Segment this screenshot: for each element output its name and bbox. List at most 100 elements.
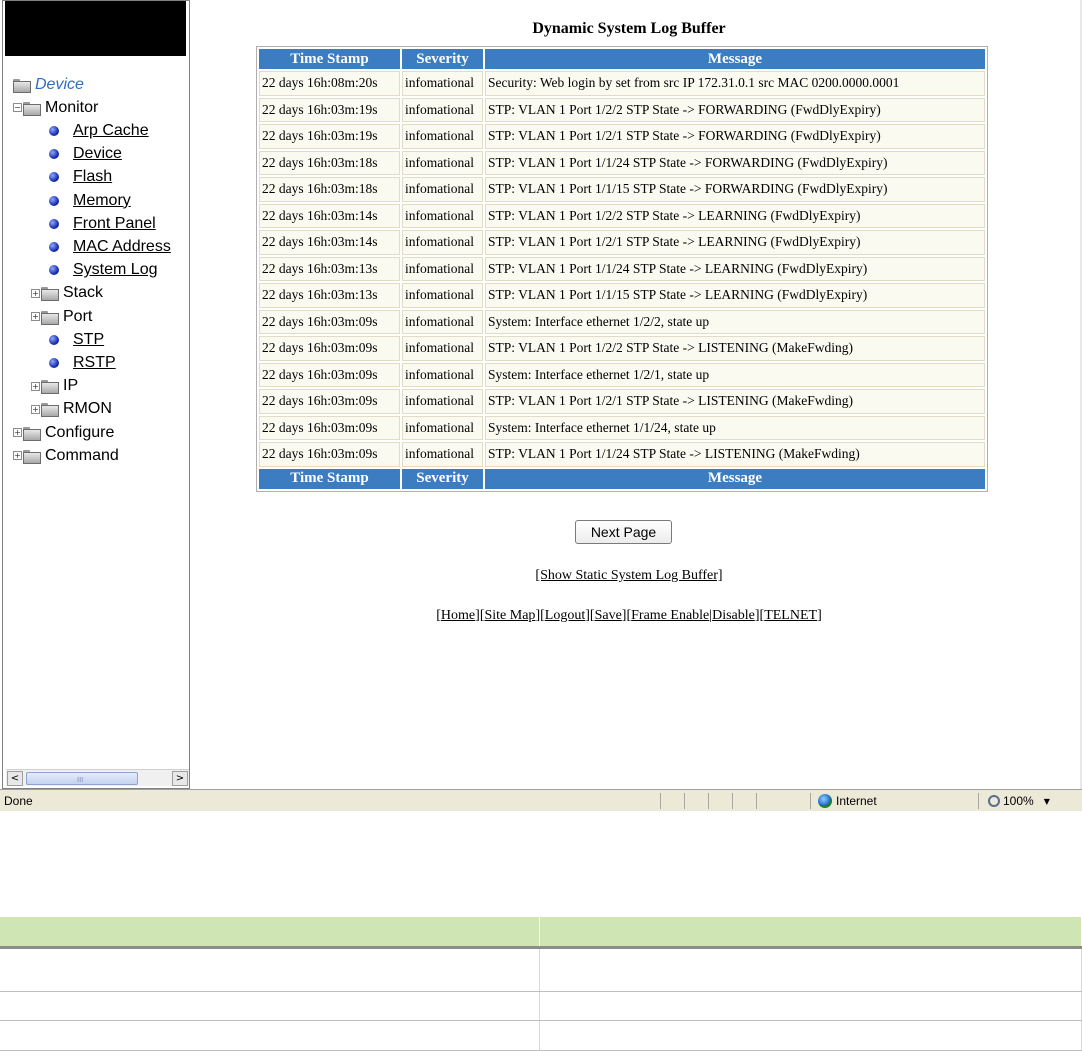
footer-link-disable[interactable]: Disable <box>712 608 755 623</box>
status-divider <box>660 793 661 809</box>
expand-icon[interactable]: + <box>31 288 40 298</box>
nav-item-device[interactable]: Device <box>13 73 84 96</box>
table-row: 22 days 16h:03m:09s infomational STP: VLAN… <box>259 336 985 361</box>
nav-item-configure[interactable]: + Configure <box>13 421 114 444</box>
folder-icon <box>41 380 59 395</box>
cell-message: Security: Web login by set from src IP 1… <box>485 71 985 96</box>
cell-message: STP: VLAN 1 Port 1/2/1 STP State -> FORW… <box>485 124 985 149</box>
nav-item-mac-address[interactable]: MAC Address <box>49 235 171 258</box>
doc-table-cell <box>539 991 1082 1021</box>
footer-link-site-map[interactable]: Site Map <box>484 608 535 623</box>
nav-item-rmon[interactable]: + RMON <box>31 398 112 421</box>
expand-icon[interactable]: + <box>31 381 40 391</box>
cell-message: STP: VLAN 1 Port 1/2/2 STP State -> LEAR… <box>485 203 985 228</box>
cell-severity: infomational <box>402 124 483 149</box>
footer-link-save[interactable]: Save <box>595 608 622 623</box>
nav-item-rstp[interactable]: RSTP <box>49 351 116 374</box>
folder-icon <box>23 426 41 441</box>
nav-item-memory[interactable]: Memory <box>49 189 131 212</box>
zone-label: Internet <box>836 794 877 808</box>
cell-message: System: Interface ethernet 1/2/1, state … <box>485 362 985 387</box>
cell-message: STP: VLAN 1 Port 1/2/2 STP State -> LIST… <box>485 336 985 361</box>
cell-severity: infomational <box>402 362 483 387</box>
cell-time-stamp: 22 days 16h:03m:13s <box>259 283 400 308</box>
logo-banner <box>5 1 186 56</box>
next-page-button[interactable]: Next Page <box>575 520 672 544</box>
footer-link-telnet[interactable]: TELNET <box>764 608 817 623</box>
chevron-down-icon[interactable]: ▼ <box>1044 797 1050 806</box>
nav-item-flash[interactable]: Flash <box>49 166 112 189</box>
bullet-icon <box>49 265 59 276</box>
nav-item-stp[interactable]: STP <box>49 328 104 351</box>
status-divider <box>756 793 757 809</box>
folder-icon <box>23 101 41 116</box>
table-row: 22 days 16h:03m:14s infomational STP: VLAN… <box>259 203 985 228</box>
cell-severity: infomational <box>402 230 483 255</box>
show-static-log-link-row: [Show Static System Log Buffer] <box>192 568 1066 584</box>
nav-item-command[interactable]: + Command <box>13 444 119 467</box>
scroll-thumb[interactable]: III <box>26 772 138 785</box>
nav-item-arp-cache[interactable]: Arp Cache <box>49 119 149 142</box>
table-row: 22 days 16h:03m:14s infomational STP: VLAN… <box>259 230 985 255</box>
cell-severity: infomational <box>402 97 483 122</box>
nav-item-label: Configure <box>45 423 115 441</box>
nav-item-label: Device <box>35 75 84 93</box>
doc-table-header-cell <box>539 917 1082 949</box>
cell-message: STP: VLAN 1 Port 1/1/15 STP State -> FOR… <box>485 177 985 202</box>
magnifier-icon <box>988 795 1000 807</box>
collapse-icon[interactable]: − <box>13 103 22 113</box>
cell-time-stamp: 22 days 16h:03m:13s <box>259 256 400 281</box>
nav-item-stack[interactable]: + Stack <box>31 282 103 305</box>
document-table <box>0 917 1082 1051</box>
cell-message: STP: VLAN 1 Port 1/1/24 STP State -> LIS… <box>485 442 985 467</box>
doc-table-row <box>0 1020 1082 1051</box>
scroll-left-button[interactable]: < <box>7 771 23 786</box>
expand-icon[interactable]: + <box>31 404 40 414</box>
footer-link-logout[interactable]: Logout <box>545 608 585 623</box>
nav-item-front-panel[interactable]: Front Panel <box>49 212 156 235</box>
doc-table-cell <box>0 1020 541 1051</box>
nav-item-label: IP <box>63 377 79 395</box>
cell-message: STP: VLAN 1 Port 1/1/24 STP State -> FOR… <box>485 150 985 175</box>
nav-item-ip[interactable]: + IP <box>31 375 78 398</box>
nav-item-label: MAC Address <box>73 237 171 255</box>
footer-link-frame-enable[interactable]: Frame Enable <box>631 608 709 623</box>
table-row: 22 days 16h:08m:20s infomational Security:… <box>259 71 985 96</box>
expand-icon[interactable]: + <box>13 451 22 461</box>
show-static-log-link[interactable]: [Show Static System Log Buffer] <box>535 568 722 583</box>
cell-message: STP: VLAN 1 Port 1/2/1 STP State -> LEAR… <box>485 230 985 255</box>
cell-severity: infomational <box>402 203 483 228</box>
cell-severity: infomational <box>402 442 483 467</box>
column-header-time-stamp: Time Stamp <box>259 49 400 69</box>
nav-horizontal-scrollbar[interactable]: < III > <box>6 769 189 786</box>
column-header-message: Message <box>485 49 985 69</box>
doc-table-cell <box>0 991 541 1021</box>
cell-severity: infomational <box>402 309 483 334</box>
scroll-right-button[interactable]: > <box>172 771 188 786</box>
table-header-row: Time Stamp Severity Message <box>259 49 985 69</box>
nav-item-label: Arp Cache <box>73 121 149 139</box>
doc-table-header-row <box>0 917 1082 949</box>
nav-item-port[interactable]: + Port <box>31 305 92 328</box>
footer-link-home[interactable]: Home <box>441 608 475 623</box>
nav-item-label: Monitor <box>45 98 99 116</box>
scroll-grip-icon: III <box>77 776 84 784</box>
table-row: 22 days 16h:03m:09s infomational System: I… <box>259 415 985 440</box>
expand-icon[interactable]: + <box>31 312 40 321</box>
nav-item-device[interactable]: Device <box>49 143 122 166</box>
expand-icon[interactable]: + <box>13 428 22 437</box>
zoom-control[interactable]: 100% ▼ <box>988 792 1050 810</box>
doc-table-cell <box>539 1020 1082 1051</box>
nav-item-monitor[interactable]: − Monitor <box>13 96 98 119</box>
cell-time-stamp: 22 days 16h:03m:09s <box>259 309 400 334</box>
bullet-icon <box>49 195 59 206</box>
security-zone: Internet <box>818 792 877 810</box>
browser-window: Device − Monitor Arp Cache Device Flash Memory… <box>0 0 1082 811</box>
cell-message: System: Interface ethernet 1/2/2, state … <box>485 309 985 334</box>
bullet-icon <box>49 125 59 136</box>
bullet-icon <box>49 241 59 252</box>
cell-severity: infomational <box>402 283 483 308</box>
doc-table-cell <box>0 947 541 992</box>
nav-item-label: Device <box>73 145 122 163</box>
nav-item-system-log[interactable]: System Log <box>49 259 157 282</box>
